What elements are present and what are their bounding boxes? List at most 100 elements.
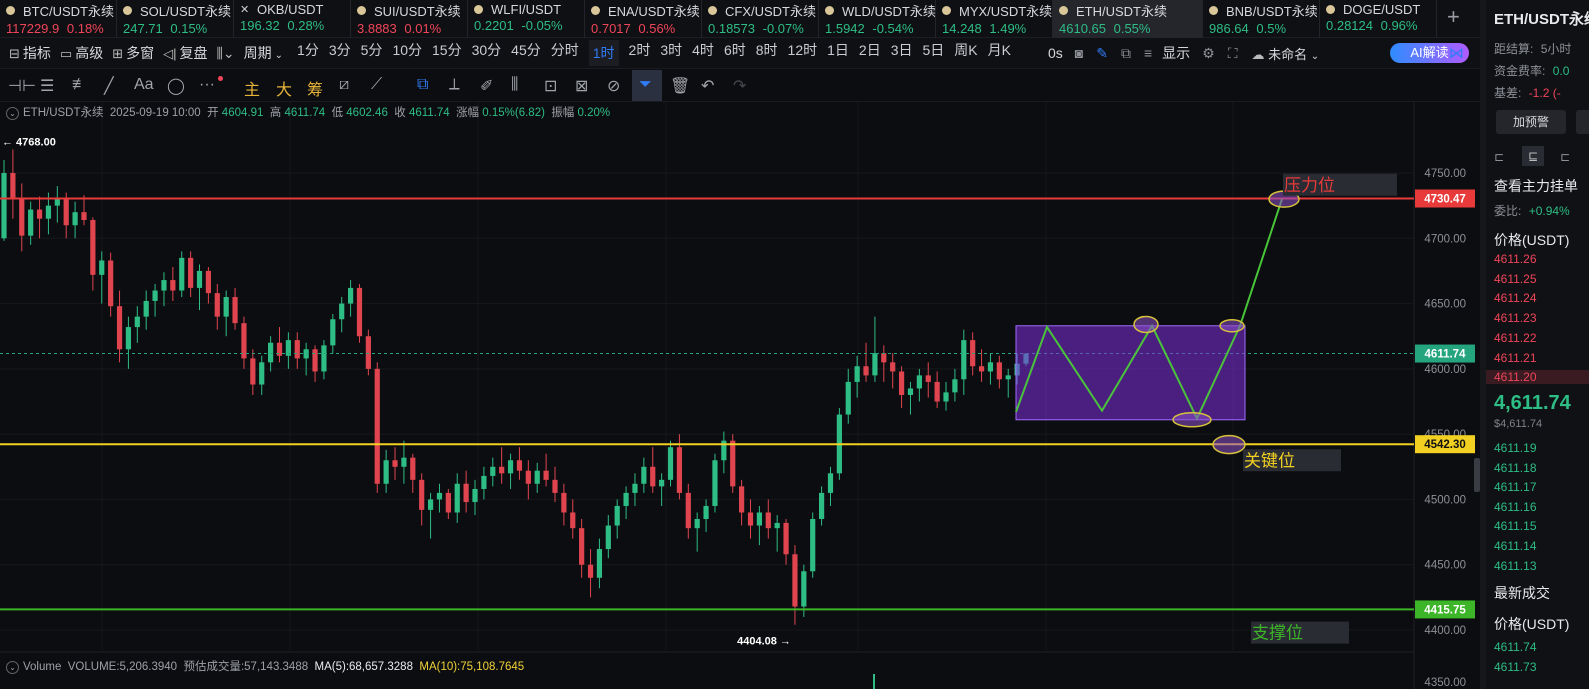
volume-collapse-icon[interactable]: ⌄ xyxy=(6,661,19,674)
timeframe-13[interactable]: 8时 xyxy=(756,40,778,66)
indicators-button[interactable]: ⊟ 指标 xyxy=(9,43,51,63)
magnet-icon[interactable]: ⧄ xyxy=(339,76,349,94)
ellipse-tool-icon[interactable]: ◯ xyxy=(167,76,185,96)
advanced-button[interactable]: ▭ 高级 xyxy=(60,43,103,63)
link-icon[interactable]: ⊘ xyxy=(607,76,620,96)
timeframe-3[interactable]: 10分 xyxy=(392,40,422,66)
timeframe-0[interactable]: 1分 xyxy=(297,40,319,66)
add-alert-button[interactable]: 加预警 xyxy=(1496,110,1566,134)
timeframe-9[interactable]: 2时 xyxy=(629,40,651,66)
collapse-icon[interactable]: ⌄ xyxy=(6,107,19,120)
candles-icon[interactable]: ⫼ xyxy=(511,76,518,94)
timeframe-5[interactable]: 30分 xyxy=(472,40,502,66)
timeframe-15[interactable]: 1日 xyxy=(827,40,849,66)
window-icon[interactable]: ⧉ xyxy=(1121,45,1131,62)
parallel-lines-icon[interactable]: ☰ xyxy=(40,76,54,96)
trend-line-icon[interactable]: ╱ xyxy=(104,76,114,96)
replay-button[interactable]: ◁| 复盘 xyxy=(163,43,207,63)
timeframe-14[interactable]: 12时 xyxy=(788,40,818,66)
ticker-tab[interactable]: SUI/USDT永续 3.8883 0.01% xyxy=(351,0,468,38)
display-button[interactable]: 显示 xyxy=(1162,43,1190,63)
period-button[interactable]: 周期 ⌄ xyxy=(244,43,283,63)
depth-list-icon[interactable]: ⊏ xyxy=(1560,150,1570,164)
timeframe-2[interactable]: 5分 xyxy=(361,40,383,66)
depth-split-icon[interactable]: ⊑ xyxy=(1522,146,1544,166)
asks-row[interactable]: 4611.22 xyxy=(1494,331,1537,345)
bids-row[interactable]: 4611.13 xyxy=(1494,559,1537,573)
ticker-price: 0.7017 xyxy=(591,21,631,36)
trades-row[interactable]: 4611.73 xyxy=(1494,660,1537,674)
candle-body xyxy=(890,362,896,372)
brush-icon[interactable]: ✐ xyxy=(480,76,493,96)
ticker-tab[interactable]: ENA/USDT永续 0.7017 0.56% xyxy=(585,0,702,38)
asks-row[interactable]: 4611.23 xyxy=(1494,311,1537,325)
timeframe-18[interactable]: 5日 xyxy=(923,40,945,66)
depth-view-icon[interactable]: ⊏ xyxy=(1494,150,1504,164)
bids-row[interactable]: 4611.15 xyxy=(1494,519,1537,533)
copy-icon[interactable]: ⧉ xyxy=(417,76,428,94)
main-indicator-button[interactable]: 主 xyxy=(244,76,260,100)
ticker-tab[interactable]: WLD/USDT永续 1.5942 -0.54% xyxy=(819,0,936,38)
timeframe-7[interactable]: 分时 xyxy=(551,40,579,66)
edit-icon[interactable]: ⊠ xyxy=(575,76,588,96)
ticker-tab[interactable]: MYX/USDT永续 14.248 1.49% xyxy=(936,0,1053,38)
list-icon[interactable]: ≡ xyxy=(1144,45,1152,61)
timeframe-17[interactable]: 3日 xyxy=(891,40,913,66)
timeframe-1[interactable]: 3分 xyxy=(329,40,351,66)
delete-icon[interactable]: 🗑 xyxy=(670,76,690,96)
ticker-name: ENA/USDT永续 xyxy=(608,4,700,19)
ticker-tab[interactable]: DOGE/USDT 0.28124 0.96% xyxy=(1320,0,1437,38)
asks-row[interactable]: 4611.26 xyxy=(1494,252,1537,266)
bids-row[interactable]: 4611.17 xyxy=(1494,480,1537,494)
ticker-tab[interactable]: ✕ OKB/USDT 196.32 0.28% xyxy=(234,0,351,38)
fib-lines-icon[interactable]: ≢ xyxy=(72,76,88,94)
timeframe-19[interactable]: 周K xyxy=(954,40,977,66)
redo-icon[interactable]: ↷ xyxy=(733,76,746,96)
camera-icon[interactable]: ◙ xyxy=(1075,45,1083,61)
pen-icon[interactable]: ✎ xyxy=(1096,45,1108,62)
lock-icon[interactable]: ⊡ xyxy=(544,76,557,96)
multi-window-button[interactable]: ⊞ 多窗 xyxy=(112,43,154,63)
add-tab-icon[interactable]: + xyxy=(1447,4,1460,30)
big-order-button[interactable]: 大 xyxy=(276,76,292,100)
bids-row[interactable]: 4611.18 xyxy=(1494,461,1537,475)
text-tool-icon[interactable]: Aa xyxy=(134,76,154,94)
undo-icon[interactable]: ↶ xyxy=(701,76,714,96)
bids-row[interactable]: 4611.19 xyxy=(1494,441,1537,455)
timeframe-6[interactable]: 45分 xyxy=(511,40,541,66)
timeframe-11[interactable]: 4时 xyxy=(692,40,714,66)
ticker-tab[interactable]: ETH/USDT永续 4610.65 0.55% xyxy=(1053,0,1203,38)
ticker-tab[interactable]: CFX/USDT永续 0.18573 -0.07% xyxy=(702,0,819,38)
chart-type-icon[interactable]: ⫼⌄ xyxy=(216,45,234,62)
eraser-draw-icon[interactable]: ⟋ xyxy=(371,76,382,94)
bids-row[interactable]: 4611.16 xyxy=(1494,500,1537,514)
candlestick-chart[interactable]: 4750.004700.004650.004600.004550.004500.… xyxy=(0,102,1480,689)
bids-row[interactable]: 4611.14 xyxy=(1494,539,1537,553)
horizontal-line-icon[interactable]: ⊣⊢ xyxy=(8,76,36,96)
filter-icon[interactable]: ⏷ xyxy=(639,76,652,94)
ticker-tab[interactable]: SOL/USDT永续 247.71 0.15% xyxy=(117,0,234,38)
timeframe-10[interactable]: 3时 xyxy=(660,40,682,66)
timeframe-4[interactable]: 15分 xyxy=(432,40,462,66)
alert-more-button[interactable] xyxy=(1576,110,1589,134)
timeframe-8[interactable]: 1时 xyxy=(588,40,619,66)
ruler-icon[interactable]: ⟂ xyxy=(449,76,460,94)
share-icon[interactable]: ⋈ xyxy=(1449,44,1464,62)
asks-row[interactable]: 4611.20 xyxy=(1486,370,1589,385)
timeframe-16[interactable]: 2日 xyxy=(859,40,881,66)
chips-button[interactable]: 筹 xyxy=(307,76,323,100)
timeframe-12[interactable]: 6时 xyxy=(724,40,746,66)
ticker-tab[interactable]: BNB/USDT永续 986.64 0.5% xyxy=(1203,0,1320,38)
ticker-tab[interactable]: WLFI/USDT 0.2201 -0.05% xyxy=(468,0,585,38)
trades-row[interactable]: 4611.74 xyxy=(1494,640,1537,654)
cloud-layout-button[interactable]: ☁ 未命名 ⌄ xyxy=(1252,44,1320,63)
fullscreen-icon[interactable]: ⛶ xyxy=(1228,45,1238,62)
asks-row[interactable]: 4611.24 xyxy=(1494,291,1537,305)
settings-icon[interactable]: ⚙ xyxy=(1202,45,1215,62)
more-tools-icon[interactable]: ··· xyxy=(199,76,215,94)
ticker-tab[interactable]: BTC/USDT永续 117229.9 0.18% xyxy=(0,0,117,38)
asks-row[interactable]: 4611.25 xyxy=(1494,272,1537,286)
depth-title[interactable]: 查看主力挂单 xyxy=(1494,176,1578,196)
asks-row[interactable]: 4611.21 xyxy=(1494,351,1537,365)
timeframe-20[interactable]: 月K xyxy=(988,40,1011,66)
